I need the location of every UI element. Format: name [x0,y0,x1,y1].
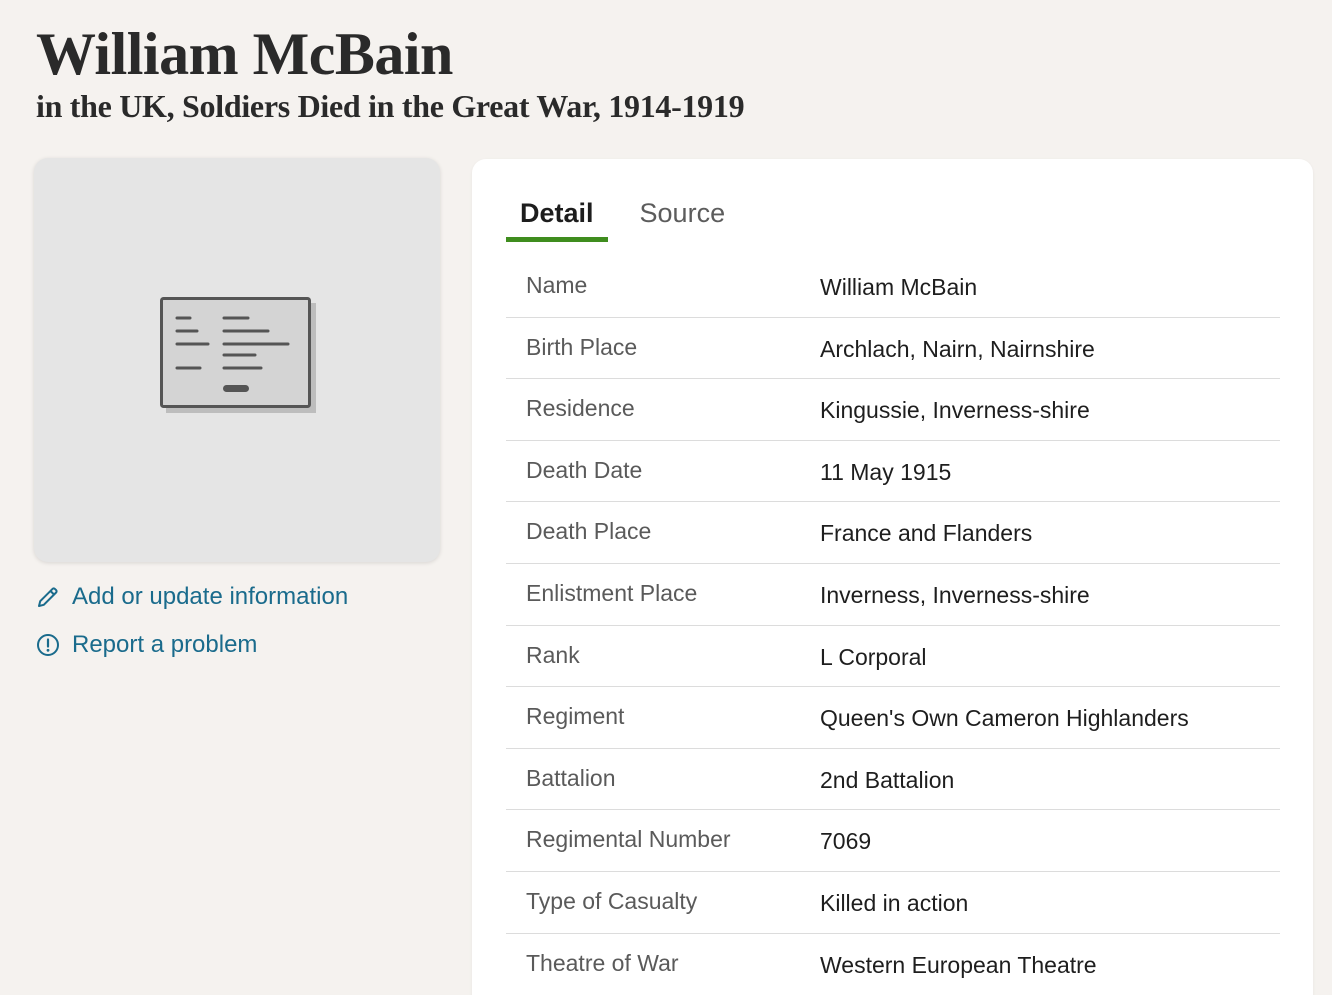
fact-label: Regimental Number [526,826,731,853]
record-tabs: Detail Source [506,193,739,243]
fact-value: Inverness, Inverness-shire [820,581,1090,608]
tab-detail[interactable]: Detail [506,193,608,243]
fact-value: 11 May 1915 [820,458,952,485]
fact-label: Rank [526,641,580,668]
fact-label: Regiment [526,703,625,730]
fact-value: Queen's Own Cameron Highlanders [820,705,1189,732]
fact-row-theatre-of-war: Theatre of War Western European Theatre [506,934,1280,995]
tab-source[interactable]: Source [626,193,740,243]
report-problem-link[interactable]: Report a problem [36,630,257,660]
fact-row-regimental-number: Regimental Number 7069 [506,810,1280,872]
fact-row-battalion: Battalion 2nd Battalion [506,749,1280,811]
fact-label: Name [526,272,588,298]
fact-row-type-of-casualty: Type of Casualty Killed in action [506,872,1280,934]
alert-circle-icon [37,634,59,656]
fact-row-death-date: Death Date 11 May 1915 [506,441,1280,503]
fact-value: 2nd Battalion [820,766,955,793]
record-facts-table: Name William McBain Birth Place Archlach… [506,256,1280,995]
fact-value: William McBain [820,274,978,300]
fact-value: Killed in action [820,889,969,916]
pencil-icon [38,587,58,607]
fact-row-enlistment-place: Enlistment Place Inverness, Inverness-sh… [506,564,1280,626]
fact-label: Residence [526,395,635,422]
fact-row-name: Name William McBain [506,256,1280,318]
fact-value: L Corporal [820,643,927,670]
fact-label: Enlistment Place [526,579,698,606]
fact-label: Theatre of War [526,949,679,976]
collection-subtitle: in the UK, Soldiers Died in the Great Wa… [36,88,745,124]
fact-value: Archlach, Nairn, Nairnshire [820,335,1095,362]
add-update-information-link[interactable]: Add or update information [36,582,348,612]
fact-value: Kingussie, Inverness-shire [820,397,1090,424]
fact-label: Type of Casualty [526,887,698,914]
page-title: William McBain [36,21,453,87]
fact-row-birth-place: Birth Place Archlach, Nairn, Nairnshire [506,318,1280,380]
fact-value: 7069 [820,828,872,855]
fact-label: Death Place [526,518,652,545]
add-update-information-label: Add or update information [72,583,349,610]
fact-row-regiment: Regiment Queen's Own Cameron Highlanders [506,687,1280,749]
fact-row-rank: Rank L Corporal [506,626,1280,688]
fact-label: Birth Place [526,333,638,360]
record-details-panel: Detail Source Name William McBain Birth … [472,159,1313,995]
fact-row-residence: Residence Kingussie, Inverness-shire [506,379,1280,441]
report-problem-label: Report a problem [72,631,258,658]
fact-label: Battalion [526,764,616,791]
fact-value: Western European Theatre [820,951,1097,978]
fact-value: France and Flanders [820,520,1033,547]
fact-label: Death Date [526,456,643,483]
document-record-icon [160,297,320,417]
fact-row-death-place: Death Place France and Flanders [506,502,1280,564]
